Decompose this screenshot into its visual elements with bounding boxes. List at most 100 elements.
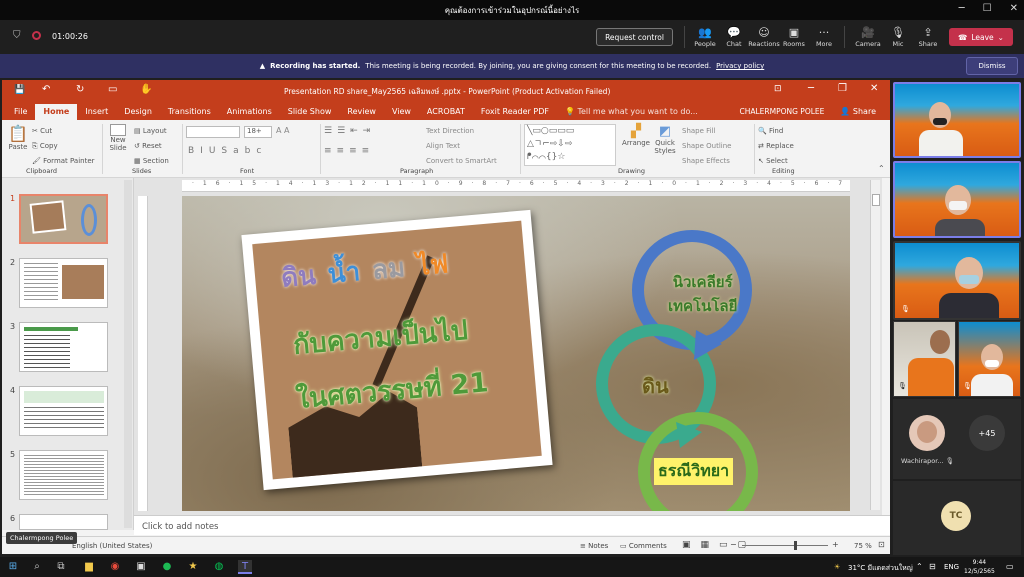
- fit-slide-icon[interactable]: ⊡: [878, 540, 885, 549]
- font-family-select[interactable]: [186, 126, 240, 138]
- close-icon[interactable]: ✕: [1010, 3, 1018, 14]
- new-slide-button[interactable]: New Slide: [106, 124, 130, 152]
- ribbon-display-icon[interactable]: ⊡: [774, 84, 782, 94]
- arrange-button[interactable]: ▞ Arrange: [622, 124, 650, 147]
- camera-button[interactable]: 🎥 Camera: [851, 26, 885, 48]
- tab-view[interactable]: View: [384, 104, 419, 120]
- tab-review[interactable]: Review: [339, 104, 384, 120]
- spotify-icon[interactable]: ●: [160, 560, 174, 574]
- layout-button[interactable]: ▤ Layout: [134, 124, 169, 139]
- shape-effects-button[interactable]: Shape Effects: [682, 154, 731, 169]
- undo-icon[interactable]: ↶: [42, 84, 50, 95]
- notification-icon[interactable]: ▭: [1006, 562, 1014, 571]
- language-indicator[interactable]: ENG: [944, 563, 959, 571]
- clock[interactable]: 9:44 12/5/2565: [964, 558, 995, 576]
- font-style-buttons[interactable]: BIUSabc: [188, 146, 267, 156]
- touch-mode-icon[interactable]: ✋: [140, 84, 152, 95]
- cut-button[interactable]: ✂ Cut: [32, 124, 95, 139]
- more-button[interactable]: ··· More: [807, 26, 841, 48]
- paste-button[interactable]: 📋 Paste: [8, 124, 28, 151]
- align-buttons[interactable]: ≡≡≡≡: [324, 146, 374, 156]
- shape-outline-button[interactable]: Shape Outline: [682, 139, 731, 154]
- weather-text[interactable]: 31°C มีแดดส่วนใหญ่: [848, 563, 913, 574]
- notes-pane[interactable]: Click to add notes: [134, 515, 890, 535]
- slide-thumbnail-6[interactable]: [19, 514, 108, 530]
- slide-scrollbar[interactable]: [870, 180, 880, 510]
- mic-button[interactable]: 🎙 Mic: [881, 26, 915, 48]
- share-button[interactable]: 👤 Share: [832, 104, 884, 120]
- slide-canvas[interactable]: ดิน น้ำ ลม ไฟ กับความเป็นไป ในศตวรรษที่ …: [182, 196, 850, 511]
- user-name[interactable]: CHALERMPONG POLEE: [731, 104, 832, 120]
- font-size-select[interactable]: 18+: [244, 126, 272, 138]
- comments-toggle[interactable]: ▭ Comments: [620, 542, 667, 550]
- notes-toggle[interactable]: ≡ Notes: [580, 542, 608, 550]
- participant-video-4[interactable]: 🎙: [893, 321, 956, 397]
- title-picture-frame[interactable]: ดิน น้ำ ลม ไฟ กับความเป็นไป ในศตวรรษที่ …: [241, 209, 553, 491]
- language-indicator[interactable]: English (United States): [72, 542, 152, 550]
- find-button[interactable]: 🔍 Find: [758, 124, 794, 139]
- font-grow-shrink[interactable]: A A: [276, 126, 290, 135]
- reactions-button[interactable]: ☺ Reactions: [747, 26, 781, 48]
- chat-button[interactable]: 💬 Chat: [717, 26, 751, 48]
- zoom-in-icon[interactable]: +: [832, 540, 839, 549]
- participant-video-1[interactable]: [893, 82, 1021, 158]
- teams-icon[interactable]: T: [238, 560, 252, 574]
- slide-thumbnail-2[interactable]: [19, 258, 108, 308]
- leave-button[interactable]: ☎ Leave ⌄: [949, 28, 1013, 46]
- quick-styles-button[interactable]: ◩ Quick Styles: [652, 124, 678, 155]
- zoom-out-icon[interactable]: −: [730, 540, 737, 549]
- tell-me-search[interactable]: 💡 Tell me what you want to do...: [557, 104, 706, 120]
- minimize-icon[interactable]: ─: [959, 3, 965, 14]
- task-view-icon[interactable]: ⧉: [54, 560, 68, 574]
- tray-chevron-icon[interactable]: ⌃: [916, 562, 923, 571]
- thumbnail-scrollbar[interactable]: [124, 180, 132, 528]
- more-participants-button[interactable]: +45: [969, 415, 1005, 451]
- copy-button[interactable]: ⎘ Copy: [32, 139, 95, 154]
- save-icon[interactable]: 💾: [14, 85, 25, 95]
- rooms-button[interactable]: ▣ Rooms: [777, 26, 811, 48]
- redo-icon[interactable]: ↻: [76, 84, 84, 95]
- tab-slide-show[interactable]: Slide Show: [280, 104, 340, 120]
- shield-icon[interactable]: ⛉: [13, 30, 21, 41]
- reset-button[interactable]: ↺ Reset: [134, 139, 169, 154]
- dismiss-button[interactable]: Dismiss: [966, 57, 1018, 75]
- tab-file[interactable]: File: [6, 104, 35, 120]
- slide-thumbnail-1[interactable]: [19, 194, 108, 244]
- self-avatar[interactable]: TC: [941, 501, 971, 531]
- tab-home[interactable]: Home: [35, 104, 78, 120]
- slide-thumbnail-5[interactable]: [19, 450, 108, 500]
- shape-fill-button[interactable]: Shape Fill: [682, 124, 731, 139]
- share-button[interactable]: ⇪ Share: [911, 26, 945, 48]
- search-icon[interactable]: ⌕: [30, 560, 44, 574]
- present-icon[interactable]: ▭: [108, 84, 117, 95]
- replace-button[interactable]: ⇄ Replace: [758, 139, 794, 154]
- collapse-ribbon-icon[interactable]: ⌃: [878, 164, 885, 173]
- shapes-gallery[interactable]: ╲▭○▭▭▭ △ㄱ⌐⇨⇩⇨ ᖰ⌒⌒{}☆: [524, 124, 616, 166]
- convert-smartart-button[interactable]: Convert to SmartArt: [426, 154, 497, 169]
- participant-video-2[interactable]: [893, 161, 1021, 238]
- tab-transitions[interactable]: Transitions: [160, 104, 219, 120]
- file-explorer-icon[interactable]: ▆: [82, 560, 96, 574]
- privacy-link[interactable]: Privacy policy: [716, 62, 764, 70]
- text-direction-button[interactable]: Text Direction: [426, 124, 497, 139]
- zoom-slider-thumb[interactable]: [794, 541, 797, 550]
- tab-insert[interactable]: Insert: [77, 104, 116, 120]
- participant-avatar[interactable]: [909, 415, 945, 451]
- maximize-icon[interactable]: ☐: [983, 3, 992, 14]
- participant-video-3[interactable]: 🎙: [893, 241, 1021, 320]
- network-icon[interactable]: ⊟: [929, 562, 936, 571]
- scrollbar-thumb[interactable]: [872, 194, 880, 206]
- line-icon[interactable]: ◍: [212, 560, 226, 574]
- tab-foxit[interactable]: Foxit Reader PDF: [473, 104, 557, 120]
- close-icon[interactable]: ✕: [870, 83, 878, 94]
- slide-thumbnail-4[interactable]: [19, 386, 108, 436]
- restore-icon[interactable]: ❐: [838, 83, 847, 94]
- zoom-level[interactable]: 75 %: [854, 542, 872, 550]
- zoom-slider[interactable]: [742, 541, 828, 550]
- tab-animations[interactable]: Animations: [219, 104, 280, 120]
- chrome-icon[interactable]: ◉: [108, 560, 122, 574]
- windows-start-icon[interactable]: ⊞: [6, 560, 20, 574]
- list-buttons[interactable]: ☰☰⇤⇥: [324, 126, 375, 136]
- align-text-button[interactable]: Align Text: [426, 139, 497, 154]
- participant-video-5[interactable]: 🎙: [958, 321, 1021, 397]
